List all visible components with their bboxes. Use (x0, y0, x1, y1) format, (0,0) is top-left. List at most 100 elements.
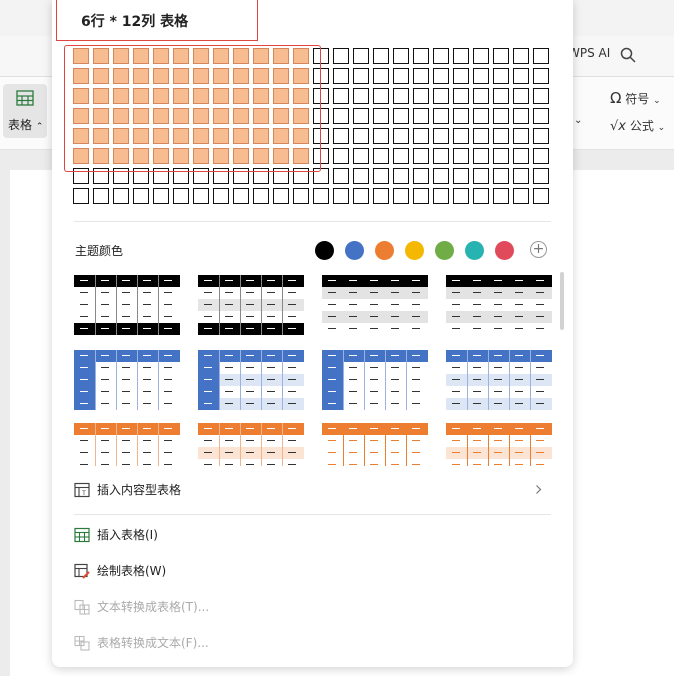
grid-cell[interactable] (273, 168, 289, 184)
grid-cell[interactable] (293, 168, 309, 184)
grid-cell[interactable] (393, 188, 409, 204)
grid-cell[interactable] (513, 168, 529, 184)
grid-cell[interactable] (93, 68, 109, 84)
grid-cell[interactable] (373, 168, 389, 184)
grid-cell[interactable] (293, 68, 309, 84)
grid-cell[interactable] (93, 88, 109, 104)
grid-cell[interactable] (453, 48, 469, 64)
grid-cell[interactable] (353, 108, 369, 124)
grid-cell[interactable] (193, 68, 209, 84)
grid-cell[interactable] (433, 68, 449, 84)
grid-cell[interactable] (153, 188, 169, 204)
grid-cell[interactable] (453, 188, 469, 204)
grid-cell[interactable] (253, 108, 269, 124)
grid-cell[interactable] (293, 188, 309, 204)
grid-cell[interactable] (213, 108, 229, 124)
grid-cell[interactable] (533, 168, 549, 184)
grid-cell[interactable] (533, 188, 549, 204)
table-style-option[interactable] (322, 275, 428, 335)
grid-cell[interactable] (333, 168, 349, 184)
grid-cell[interactable] (413, 168, 429, 184)
grid-cell[interactable] (433, 88, 449, 104)
grid-cell[interactable] (253, 68, 269, 84)
grid-cell[interactable] (533, 108, 549, 124)
grid-cell[interactable] (233, 148, 249, 164)
theme-color-swatch[interactable] (435, 241, 454, 260)
grid-cell[interactable] (73, 128, 89, 144)
theme-color-swatch[interactable] (375, 241, 394, 260)
grid-cell[interactable] (133, 88, 149, 104)
grid-cell[interactable] (393, 48, 409, 64)
grid-cell[interactable] (473, 48, 489, 64)
grid-cell[interactable] (453, 148, 469, 164)
grid-cell[interactable] (313, 48, 329, 64)
grid-cell[interactable] (513, 128, 529, 144)
grid-cell[interactable] (273, 88, 289, 104)
grid-cell[interactable] (113, 68, 129, 84)
grid-cell[interactable] (153, 88, 169, 104)
grid-cell[interactable] (453, 168, 469, 184)
grid-cell[interactable] (373, 48, 389, 64)
grid-cell[interactable] (533, 48, 549, 64)
grid-cell[interactable] (313, 148, 329, 164)
grid-cell[interactable] (173, 148, 189, 164)
grid-cell[interactable] (533, 68, 549, 84)
grid-cell[interactable] (313, 128, 329, 144)
grid-cell[interactable] (73, 168, 89, 184)
grid-cell[interactable] (413, 148, 429, 164)
grid-cell[interactable] (273, 188, 289, 204)
grid-cell[interactable] (493, 168, 509, 184)
theme-color-swatch[interactable] (345, 241, 364, 260)
grid-cell[interactable] (233, 88, 249, 104)
grid-cell[interactable] (93, 48, 109, 64)
grid-cell[interactable] (393, 128, 409, 144)
grid-cell[interactable] (193, 128, 209, 144)
search-icon[interactable] (620, 47, 636, 63)
grid-cell[interactable] (153, 128, 169, 144)
grid-cell[interactable] (173, 128, 189, 144)
grid-cell[interactable] (213, 68, 229, 84)
grid-cell[interactable] (273, 68, 289, 84)
grid-cell[interactable] (493, 68, 509, 84)
grid-cell[interactable] (433, 108, 449, 124)
grid-cell[interactable] (133, 148, 149, 164)
grid-cell[interactable] (353, 148, 369, 164)
grid-cell[interactable] (93, 168, 109, 184)
grid-cell[interactable] (73, 188, 89, 204)
grid-cell[interactable] (533, 88, 549, 104)
grid-cell[interactable] (173, 168, 189, 184)
table-style-option[interactable] (446, 275, 552, 335)
grid-cell[interactable] (113, 108, 129, 124)
grid-cell[interactable] (453, 108, 469, 124)
grid-cell[interactable] (133, 108, 149, 124)
grid-cell[interactable] (333, 48, 349, 64)
grid-cell[interactable] (73, 148, 89, 164)
grid-cell[interactable] (253, 128, 269, 144)
grid-cell[interactable] (113, 148, 129, 164)
grid-cell[interactable] (113, 168, 129, 184)
grid-cell[interactable] (293, 88, 309, 104)
grid-cell[interactable] (493, 148, 509, 164)
grid-cell[interactable] (233, 128, 249, 144)
grid-cell[interactable] (373, 108, 389, 124)
grid-cell[interactable] (353, 68, 369, 84)
grid-cell[interactable] (213, 128, 229, 144)
grid-cell[interactable] (433, 48, 449, 64)
grid-cell[interactable] (153, 148, 169, 164)
grid-cell[interactable] (173, 188, 189, 204)
grid-cell[interactable] (333, 128, 349, 144)
grid-cell[interactable] (293, 148, 309, 164)
grid-cell[interactable] (433, 128, 449, 144)
grid-cell[interactable] (133, 188, 149, 204)
grid-cell[interactable] (93, 128, 109, 144)
grid-cell[interactable] (453, 88, 469, 104)
grid-cell[interactable] (293, 48, 309, 64)
grid-cell[interactable] (133, 128, 149, 144)
grid-cell[interactable] (253, 168, 269, 184)
grid-cell[interactable] (433, 188, 449, 204)
grid-cell[interactable] (473, 168, 489, 184)
grid-cell[interactable] (453, 68, 469, 84)
grid-cell[interactable] (373, 188, 389, 204)
grid-cell[interactable] (213, 148, 229, 164)
grid-cell[interactable] (193, 188, 209, 204)
